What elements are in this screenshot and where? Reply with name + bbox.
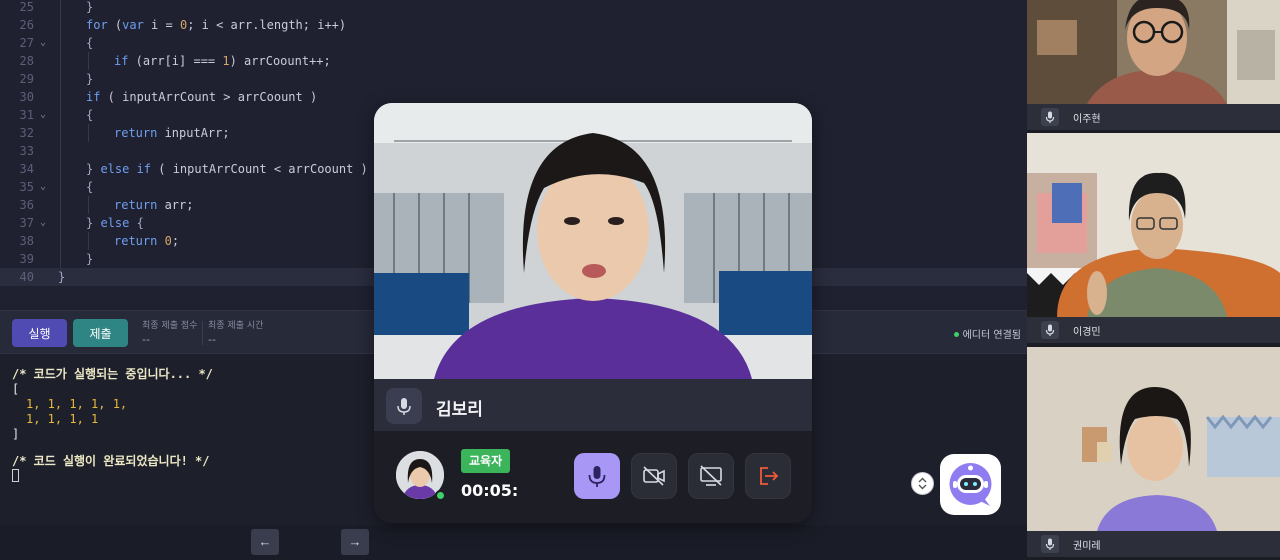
- code-text: return inputArr;: [114, 126, 230, 140]
- line-number: 26: [19, 18, 34, 32]
- bottom-navigation: ← →: [0, 525, 1027, 560]
- camera-toggle-button[interactable]: [631, 453, 677, 499]
- participant-bar: 권미레: [1027, 531, 1280, 557]
- run-button[interactable]: 실행: [12, 319, 67, 347]
- next-button[interactable]: →: [341, 529, 369, 555]
- participant-video: [1027, 133, 1280, 317]
- screen-share-off-icon: [700, 465, 722, 486]
- line-number: 34: [19, 162, 34, 176]
- code-text: return arr;: [114, 198, 194, 212]
- line-number: 25: [19, 0, 34, 14]
- line-number: 39: [19, 252, 34, 266]
- code-text: } else if ( inputArrCount < arrCoount ): [86, 162, 368, 176]
- code-text: {: [86, 180, 94, 194]
- mic-icon: [1041, 321, 1059, 339]
- camera-off-icon: [643, 466, 665, 486]
- console-line: [: [12, 382, 20, 396]
- fold-chevron-icon[interactable]: ⌄: [40, 214, 52, 232]
- line-number: 28: [19, 54, 34, 68]
- last-score-value: --: [142, 333, 150, 346]
- code-text: } else {: [86, 216, 144, 230]
- participant-tile[interactable]: 권미레: [1027, 347, 1280, 560]
- call-controls: 교육자 00:05:: [374, 431, 812, 523]
- robot-icon: [949, 463, 992, 506]
- code-text: {: [86, 36, 94, 50]
- screen-share-button[interactable]: [688, 453, 734, 499]
- leave-icon: [760, 467, 779, 485]
- line-number: 35: [19, 180, 34, 194]
- code-line[interactable]: 27 ⌄ {: [0, 34, 1027, 52]
- code-text: if ( inputArrCount > arrCoount ): [86, 90, 318, 104]
- fold-chevron-icon[interactable]: ⌄: [40, 106, 52, 124]
- call-timer: 00:05:: [461, 481, 519, 500]
- line-number: 32: [19, 126, 34, 140]
- video-call-panel[interactable]: 김보리 교육자 00:05:: [374, 103, 812, 523]
- last-score-label: 최종 제출 점수: [142, 321, 198, 331]
- chevron-up-down-icon: [918, 477, 927, 490]
- participant-tile[interactable]: 이주현: [1027, 0, 1280, 131]
- main-speaker-video: [374, 103, 812, 379]
- line-number: 37: [19, 216, 34, 230]
- last-time-value: --: [208, 333, 216, 346]
- participant-tile[interactable]: 이경민: [1027, 133, 1280, 345]
- last-time-label: 최종 제출 시간: [208, 321, 264, 331]
- speaker-name-bar: 김보리: [374, 379, 812, 431]
- connection-status: 에디터 연결됨: [953, 326, 1021, 341]
- divider: [202, 321, 203, 345]
- participant-video: [1027, 0, 1280, 104]
- submit-button[interactable]: 제출: [73, 319, 128, 347]
- line-number: 38: [19, 234, 34, 248]
- mic-toggle-button[interactable]: [574, 453, 620, 499]
- console-line: 1, 1, 1, 1, 1,: [26, 397, 128, 411]
- fold-chevron-icon[interactable]: ⌄: [40, 34, 52, 52]
- code-line[interactable]: 25}: [0, 0, 1027, 16]
- code-line[interactable]: 28 if (arr[i] === 1) arrCoount++;: [0, 52, 1027, 70]
- online-indicator-icon: [435, 490, 446, 501]
- participant-name: 권미레: [1073, 541, 1101, 552]
- role-badge: 교육자: [461, 449, 511, 473]
- line-number: 33: [19, 144, 34, 158]
- console-line: 1, 1, 1, 1: [26, 412, 99, 426]
- previous-button[interactable]: ←: [251, 529, 279, 555]
- last-score: 최종 제출 점수 --: [142, 319, 197, 347]
- code-text: if (arr[i] === 1) arrCoount++;: [114, 54, 331, 68]
- leave-call-button[interactable]: [745, 453, 791, 499]
- console-line: ]: [12, 427, 20, 441]
- scroll-toggle-button[interactable]: [911, 472, 934, 495]
- participant-name: 이주현: [1073, 114, 1101, 125]
- ai-assistant-button[interactable]: [940, 454, 1001, 515]
- participant-bar: 이주현: [1027, 104, 1280, 130]
- fold-chevron-icon[interactable]: ⌄: [40, 178, 52, 196]
- code-text: }: [86, 0, 94, 14]
- main-speaker-name: 김보리: [436, 400, 483, 420]
- code-text: }: [58, 270, 66, 284]
- code-text: {: [86, 108, 94, 122]
- console-cursor: [12, 469, 19, 484]
- line-number: 36: [19, 198, 34, 212]
- mic-icon: [386, 388, 422, 424]
- line-number: 40: [19, 270, 34, 284]
- participant-list: 이주현 이경민 권미레: [1027, 0, 1280, 560]
- code-text: }: [86, 72, 94, 86]
- participant-video: [1027, 347, 1280, 531]
- last-submit-time: 최종 제출 시간 --: [208, 319, 263, 347]
- code-text: for (var i = 0; i < arr.length; i++): [86, 18, 347, 32]
- mic-icon: [1041, 108, 1059, 126]
- participant-bar: 이경민: [1027, 317, 1280, 343]
- line-number: 27: [19, 36, 34, 50]
- status-dot-icon: [953, 332, 959, 337]
- mic-icon: [588, 466, 606, 487]
- participant-name: 이경민: [1073, 327, 1101, 338]
- connection-status-text: 에디터 연결됨: [962, 330, 1021, 341]
- console-line: /* 코드 실행이 완료되었습니다! */: [12, 454, 210, 468]
- code-line[interactable]: 26 for (var i = 0; i < arr.length; i++): [0, 16, 1027, 34]
- mic-icon: [1041, 535, 1059, 553]
- code-line[interactable]: 29}: [0, 70, 1027, 88]
- code-text: }: [86, 252, 94, 266]
- code-text: return 0;: [114, 234, 180, 248]
- line-number: 31: [19, 108, 34, 122]
- line-number: 29: [19, 72, 34, 86]
- line-number: 30: [19, 90, 34, 104]
- console-line: /* 코드가 실행되는 중입니다... */: [12, 367, 213, 381]
